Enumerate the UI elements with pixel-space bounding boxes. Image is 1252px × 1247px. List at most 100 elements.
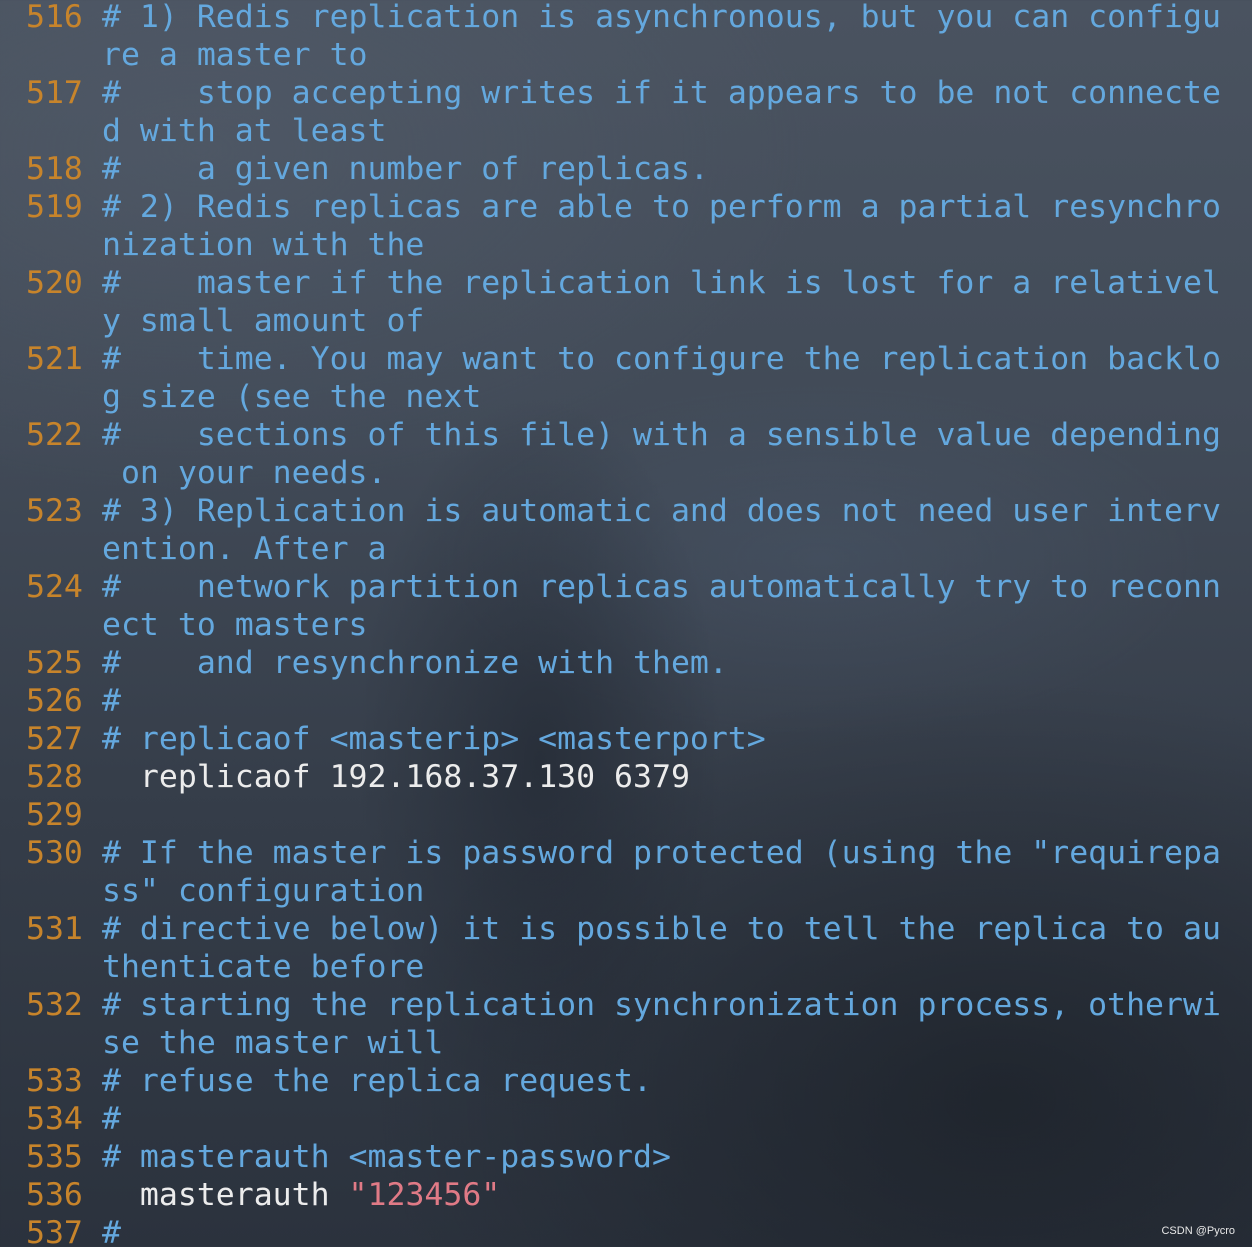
comment-text: ect to masters: [102, 607, 368, 643]
code-line-wrap[interactable]: ss" configuration: [0, 872, 1252, 910]
comment-text: #: [102, 1215, 121, 1247]
comment-text: # refuse the replica request.: [102, 1063, 652, 1099]
line-text: # starting the replication synchronizati…: [102, 986, 1221, 1024]
comment-text: # masterauth <master-password>: [102, 1139, 671, 1175]
line-text: g size (see the next: [102, 378, 481, 416]
terminal-editor[interactable]: 516 # 1) Redis replication is asynchronou…: [0, 0, 1252, 1247]
line-number: 535: [26, 1139, 83, 1175]
config-directive: masterauth: [102, 1177, 349, 1213]
line-text: # network partition replicas automatical…: [102, 568, 1221, 606]
line-text: # 1) Redis replication is asynchronous, …: [102, 0, 1221, 36]
comment-text: # master if the replication link is lost…: [102, 265, 1221, 301]
comment-text: thenticate before: [102, 949, 425, 985]
line-text: # and resynchronize with them.: [102, 644, 728, 682]
line-text: nization with the: [102, 226, 424, 264]
code-line-wrap[interactable]: g size (see the next: [0, 378, 1252, 416]
code-line-wrap[interactable]: y small amount of: [0, 302, 1252, 340]
code-line[interactable]: 519 # 2) Redis replicas are able to perfo…: [0, 188, 1252, 226]
code-line-wrap[interactable]: thenticate before: [0, 948, 1252, 986]
comment-text: g size (see the next: [102, 379, 482, 415]
comment-text: ss" configuration: [102, 873, 425, 909]
line-number: 525: [26, 645, 83, 681]
code-line[interactable]: 534 #: [0, 1100, 1252, 1138]
code-line-wrap[interactable]: ect to masters: [0, 606, 1252, 644]
line-text: masterauth "123456": [102, 1176, 500, 1214]
code-line[interactable]: 530 # If the master is password protected…: [0, 834, 1252, 872]
line-text: y small amount of: [102, 302, 424, 340]
line-number: 531: [26, 911, 83, 947]
line-text: # master if the replication link is lost…: [102, 264, 1221, 302]
line-number: 521: [26, 341, 83, 377]
line-number: 533: [26, 1063, 83, 1099]
comment-text: # 2) Redis replicas are able to perform …: [102, 189, 1221, 225]
comment-text: # a given number of replicas.: [102, 151, 709, 187]
line-text: # masterauth <master-password>: [102, 1138, 671, 1176]
code-line[interactable]: 532 # starting the replication synchroniz…: [0, 986, 1252, 1024]
line-text: on your needs.: [102, 454, 387, 492]
code-line[interactable]: 528 replicaof 192.168.37.130 6379: [0, 758, 1252, 796]
code-line[interactable]: 525 # and resynchronize with them.: [0, 644, 1252, 682]
code-line-wrap[interactable]: on your needs.: [0, 454, 1252, 492]
line-text: # replicaof <masterip> <masterport>: [102, 720, 766, 758]
comment-text: ention. After a: [102, 531, 387, 567]
comment-text: nization with the: [102, 227, 425, 263]
code-line-wrap[interactable]: d with at least: [0, 112, 1252, 150]
line-text: d with at least: [102, 112, 386, 150]
code-line[interactable]: 537 #: [0, 1214, 1252, 1247]
line-number: 519: [26, 189, 83, 225]
line-text: # time. You may want to configure the re…: [102, 340, 1221, 378]
code-line-wrap[interactable]: ention. After a: [0, 530, 1252, 568]
line-text: # refuse the replica request.: [102, 1062, 652, 1100]
code-line[interactable]: 523 # 3) Replication is automatic and doe…: [0, 492, 1252, 530]
comment-text: # 1) Redis replication is asynchronous, …: [102, 0, 1221, 35]
code-line[interactable]: 516 # 1) Redis replication is asynchronou…: [0, 0, 1252, 36]
code-line[interactable]: 521 # time. You may want to configure the…: [0, 340, 1252, 378]
line-number: 523: [26, 493, 83, 529]
comment-text: y small amount of: [102, 303, 425, 339]
comment-text: #: [102, 683, 121, 719]
code-line-wrap[interactable]: nization with the: [0, 226, 1252, 264]
code-line[interactable]: 522 # sections of this file) with a sensi…: [0, 416, 1252, 454]
line-text: replicaof 192.168.37.130 6379: [102, 758, 690, 796]
line-number: 536: [26, 1177, 83, 1213]
line-text: # 3) Replication is automatic and does n…: [102, 492, 1221, 530]
code-line-wrap[interactable]: se the master will: [0, 1024, 1252, 1062]
line-text: # If the master is password protected (u…: [102, 834, 1221, 872]
code-line[interactable]: 533 # refuse the replica request.: [0, 1062, 1252, 1100]
code-line[interactable]: 524 # network partition replicas automati…: [0, 568, 1252, 606]
line-text: se the master will: [102, 1024, 443, 1062]
code-line[interactable]: 527 # replicaof <masterip> <masterport>: [0, 720, 1252, 758]
comment-text: on your needs.: [102, 455, 387, 491]
line-text: ss" configuration: [102, 872, 424, 910]
code-line[interactable]: 518 # a given number of replicas.: [0, 150, 1252, 188]
line-text: # 2) Redis replicas are able to perform …: [102, 188, 1221, 226]
code-line-wrap[interactable]: re a master to: [0, 36, 1252, 74]
line-number: 529: [26, 797, 83, 833]
line-text: ect to masters: [102, 606, 368, 644]
line-number: 528: [26, 759, 83, 795]
line-number: 527: [26, 721, 83, 757]
code-line[interactable]: 520 # master if the replication link is l…: [0, 264, 1252, 302]
line-number: 532: [26, 987, 83, 1023]
comment-text: # sections of this file) with a sensible…: [102, 417, 1221, 453]
comment-text: se the master will: [102, 1025, 444, 1061]
line-number: 518: [26, 151, 83, 187]
code-line[interactable]: 531 # directive below) it is possible to …: [0, 910, 1252, 948]
line-text: ention. After a: [102, 530, 386, 568]
comment-text: # network partition replicas automatical…: [102, 569, 1221, 605]
watermark: CSDN @Pycro: [1161, 1225, 1235, 1237]
line-number: 526: [26, 683, 83, 719]
line-text: #: [102, 1214, 121, 1247]
line-text: #: [102, 682, 121, 720]
code-line[interactable]: 529: [0, 796, 1252, 834]
line-text: # stop accepting writes if it appears to…: [102, 74, 1221, 112]
code-line[interactable]: 535 # masterauth <master-password>: [0, 1138, 1252, 1176]
comment-text: # time. You may want to configure the re…: [102, 341, 1221, 377]
string-literal: "123456": [348, 1177, 501, 1213]
line-number: 530: [26, 835, 83, 871]
line-text: # directive below) it is possible to tel…: [102, 910, 1221, 948]
code-line[interactable]: 526 #: [0, 682, 1252, 720]
line-number: 517: [26, 75, 83, 111]
code-line[interactable]: 517 # stop accepting writes if it appears…: [0, 74, 1252, 112]
code-line[interactable]: 536 masterauth "123456": [0, 1176, 1252, 1214]
